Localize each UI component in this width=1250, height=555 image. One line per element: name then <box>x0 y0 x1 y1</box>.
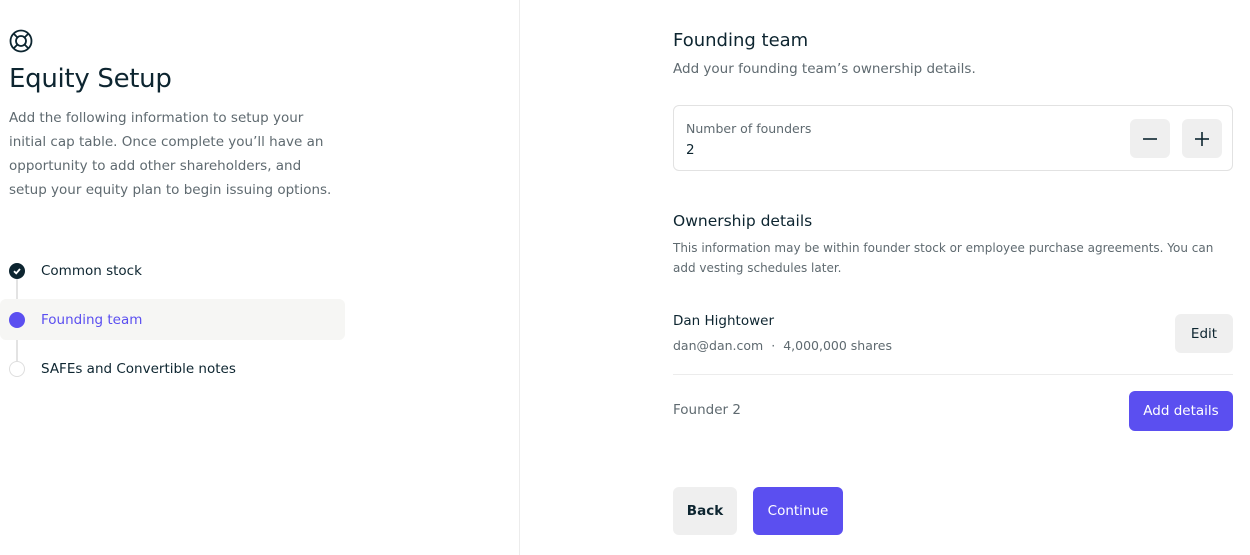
section-subtitle: Add your founding team’s ownership detai… <box>673 61 976 77</box>
founder-meta: dan@dan.com · 4,000,000 shares <box>673 338 892 353</box>
page-intro: Add the following information to setup y… <box>9 110 332 198</box>
step-founding-team[interactable]: Founding team <box>0 299 345 340</box>
continue-button[interactable]: Continue <box>753 487 843 535</box>
plus-icon <box>1195 131 1209 146</box>
founder-shares: 4,000,000 shares <box>783 338 892 353</box>
current-step-dot-icon <box>9 311 25 328</box>
step-label: SAFEs and Convertible notes <box>41 360 236 377</box>
section-title: Founding team <box>673 30 809 51</box>
lifebuoy-icon <box>9 29 33 53</box>
add-details-button[interactable]: Add details <box>1129 391 1233 431</box>
minus-icon <box>1143 137 1157 140</box>
founder-name: Founder 2 <box>673 402 741 418</box>
founders-count-label: Number of founders <box>686 121 812 136</box>
pending-step-dot-icon <box>9 360 25 377</box>
back-button[interactable]: Back <box>673 487 737 535</box>
meta-separator: · <box>771 338 776 353</box>
increment-button[interactable] <box>1182 119 1222 158</box>
ownership-description: This information may be within founder s… <box>673 241 1214 275</box>
founder-name: Dan Hightower <box>673 313 774 329</box>
decrement-button[interactable] <box>1130 119 1170 158</box>
step-list: Common stock Founding team SAFEs and Con… <box>0 250 345 397</box>
page-title: Equity Setup <box>9 64 172 94</box>
founders-count-field[interactable]: Number of founders 2 <box>673 105 1233 171</box>
ownership-title: Ownership details <box>673 212 813 230</box>
step-label: Founding team <box>41 311 143 328</box>
check-icon <box>9 262 25 279</box>
edit-founder-button[interactable]: Edit <box>1175 314 1233 353</box>
step-common-stock[interactable]: Common stock <box>0 250 345 291</box>
step-label: Common stock <box>41 262 142 279</box>
founders-count-value[interactable]: 2 <box>686 142 695 158</box>
founder-row: Dan Hightower dan@dan.com · 4,000,000 shar… <box>673 303 1233 375</box>
founder-email: dan@dan.com <box>673 338 764 353</box>
step-safes-convertible-notes[interactable]: SAFEs and Convertible notes <box>0 348 345 389</box>
left-panel: Equity Setup Add the following informati… <box>0 0 520 555</box>
